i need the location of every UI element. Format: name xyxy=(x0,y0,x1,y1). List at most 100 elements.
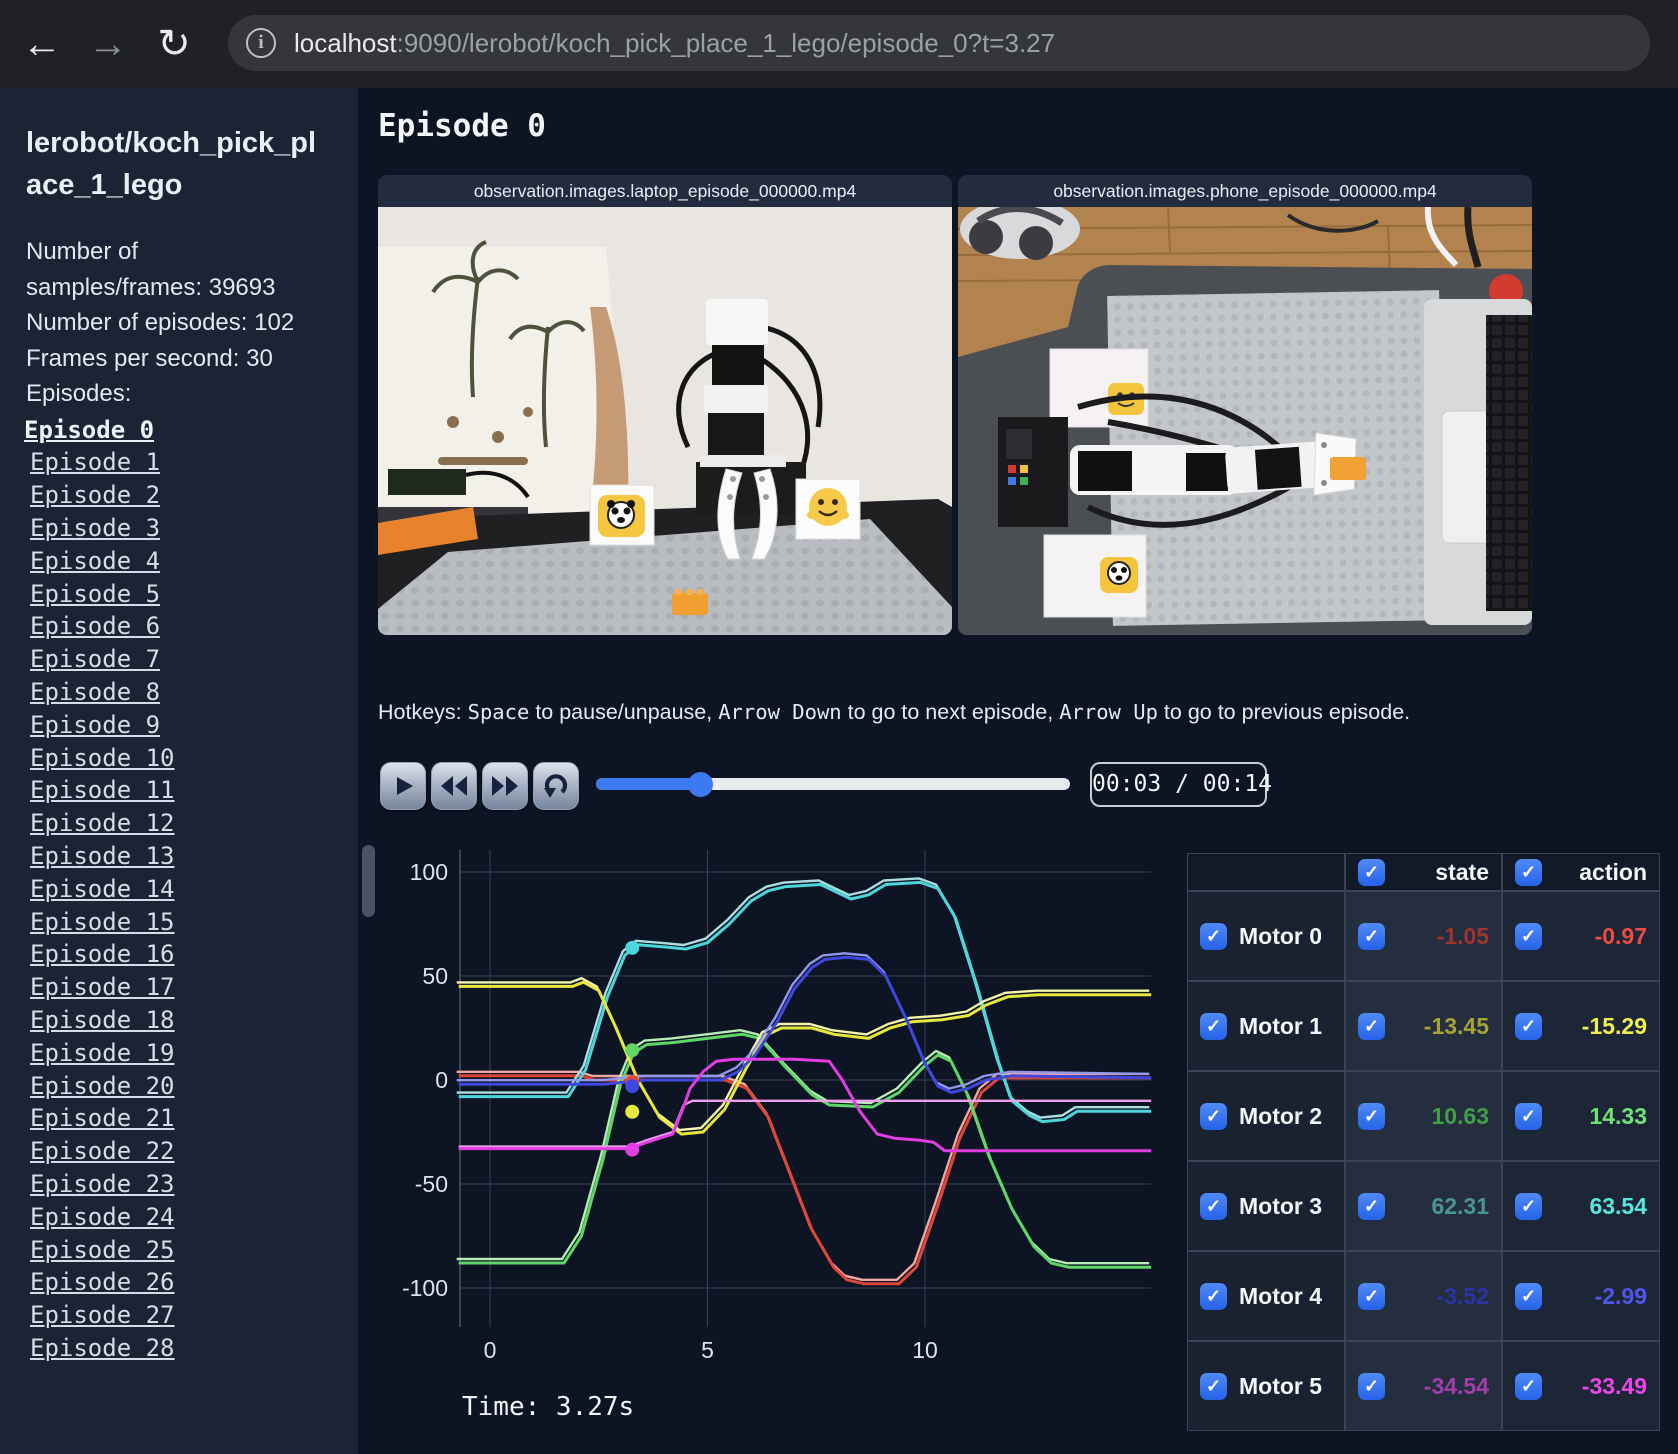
action-value: -2.99 xyxy=(1594,1282,1647,1309)
y-tick-label: -100 xyxy=(402,1275,448,1301)
seek-slider-thumb[interactable] xyxy=(688,772,714,797)
episode-link[interactable]: Episode 7 xyxy=(30,643,332,676)
video-laptop-frame[interactable] xyxy=(378,207,952,635)
motor-2-state-checkbox[interactable]: ✓ xyxy=(1358,1102,1385,1130)
episode-link[interactable]: Episode 27 xyxy=(30,1299,332,1332)
page-title: Episode 0 xyxy=(378,108,546,144)
episode-link[interactable]: Episode 23 xyxy=(30,1168,332,1201)
hotkeys-segment: Space xyxy=(467,700,530,724)
rewind-button[interactable] xyxy=(431,762,477,810)
motor-3-action-checkbox[interactable]: ✓ xyxy=(1515,1192,1542,1220)
series-state-line xyxy=(456,952,1150,1090)
episode-link[interactable]: Episode 0 xyxy=(24,414,332,447)
episode-link[interactable]: Episode 8 xyxy=(30,676,332,709)
episode-link[interactable]: Episode 5 xyxy=(30,578,332,611)
motor-5-state-checkbox[interactable]: ✓ xyxy=(1358,1372,1385,1400)
episode-link[interactable]: Episode 20 xyxy=(30,1070,332,1103)
episode-link[interactable]: Episode 9 xyxy=(30,709,332,742)
state-value: 10.63 xyxy=(1431,1102,1489,1129)
episode-link[interactable]: Episode 10 xyxy=(30,742,332,775)
motor-0-action-checkbox[interactable]: ✓ xyxy=(1515,922,1542,950)
episode-link[interactable]: Episode 24 xyxy=(30,1201,332,1234)
fast-forward-button[interactable] xyxy=(482,762,528,810)
motor-1-checkbox[interactable]: ✓ xyxy=(1200,1012,1227,1040)
motor-4-checkbox[interactable]: ✓ xyxy=(1200,1282,1227,1310)
episode-link[interactable]: Episode 11 xyxy=(30,774,332,807)
episode-link[interactable]: Episode 22 xyxy=(30,1135,332,1168)
video-panel-laptop[interactable]: observation.images.laptop_episode_000000… xyxy=(378,175,952,635)
motor-4-action-checkbox[interactable]: ✓ xyxy=(1515,1282,1542,1310)
loop-button[interactable] xyxy=(533,762,579,810)
action-value: -0.97 xyxy=(1594,922,1647,949)
episode-link[interactable]: Episode 4 xyxy=(30,545,332,578)
chart-time-label: Time: 3.27s xyxy=(462,1392,635,1422)
episode-link[interactable]: Episode 2 xyxy=(30,479,332,512)
motor-label: Motor 1 xyxy=(1239,1012,1323,1039)
episode-link[interactable]: Episode 26 xyxy=(30,1266,332,1299)
motor-2-checkbox[interactable]: ✓ xyxy=(1200,1102,1227,1130)
action-value: 63.54 xyxy=(1589,1192,1647,1219)
dataset-info: Number of samples/frames: 39693 Number of… xyxy=(26,234,316,412)
episode-link[interactable]: Episode 16 xyxy=(30,938,332,971)
seek-slider[interactable] xyxy=(596,778,1070,790)
motor-label-cell: ✓ Motor 5 xyxy=(1187,1341,1345,1431)
motor-0-state-checkbox[interactable]: ✓ xyxy=(1358,922,1385,950)
motor-3-state-checkbox[interactable]: ✓ xyxy=(1358,1192,1385,1220)
site-info-icon[interactable]: i xyxy=(246,28,276,58)
series-state-line xyxy=(456,1070,1150,1282)
motor-5-action-checkbox[interactable]: ✓ xyxy=(1515,1372,1542,1400)
time-display: 00:03 / 00:14 xyxy=(1090,762,1272,807)
hotkeys-segment: to pause/unpause, xyxy=(529,700,719,724)
url-host: localhost xyxy=(294,27,397,58)
episode-link[interactable]: Episode 21 xyxy=(30,1102,332,1135)
video-phone-frame[interactable] xyxy=(958,207,1532,635)
motor-1-state-checkbox[interactable]: ✓ xyxy=(1358,1012,1385,1040)
table-row: ✓ Motor 0 ✓ -1.05 ✓ -0.97 xyxy=(1187,891,1660,981)
episode-link[interactable]: Episode 15 xyxy=(30,906,332,939)
current-time-dot xyxy=(625,940,640,955)
episode-link[interactable]: Episode 25 xyxy=(30,1234,332,1267)
episode-link[interactable]: Episode 18 xyxy=(30,1004,332,1037)
motor-1-action-checkbox[interactable]: ✓ xyxy=(1515,1012,1542,1040)
motor-5-checkbox[interactable]: ✓ xyxy=(1200,1372,1227,1400)
motor-chart[interactable]: 100 50 0 -50 -100 0 5 10 xyxy=(378,845,1178,1420)
motor-label-cell: ✓ Motor 2 xyxy=(1187,1071,1345,1161)
smiley-box-top xyxy=(1049,348,1149,428)
play-button[interactable] xyxy=(380,762,426,810)
video-title-laptop: observation.images.laptop_episode_000000… xyxy=(378,175,952,207)
episode-link[interactable]: Episode 28 xyxy=(30,1332,332,1365)
forward-icon[interactable]: → xyxy=(82,18,134,70)
action-value-cell: ✓ -0.97 xyxy=(1502,891,1660,981)
motor-4-state-checkbox[interactable]: ✓ xyxy=(1358,1282,1385,1310)
table-row: ✓ Motor 4 ✓ -3.52 ✓ -2.99 xyxy=(1187,1251,1660,1341)
back-icon[interactable]: ← xyxy=(16,18,68,70)
episode-link[interactable]: Episode 17 xyxy=(30,971,332,1004)
motor-table: ✓ state ✓ action ✓ Motor 0 ✓ -1.05 ✓ -0.97 ✓ Motor … xyxy=(1187,853,1660,1431)
video-panel-phone[interactable]: observation.images.phone_episode_000000.… xyxy=(958,175,1532,635)
motor-3-checkbox[interactable]: ✓ xyxy=(1200,1192,1227,1220)
action-column-checkbox[interactable]: ✓ xyxy=(1515,858,1542,886)
sidebar-scrollbar[interactable] xyxy=(362,845,375,917)
url-text[interactable]: localhost:9090/lerobot/koch_pick_place_1… xyxy=(294,28,1055,59)
episode-link[interactable]: Episode 13 xyxy=(30,840,332,873)
episode-link[interactable]: Episode 1 xyxy=(30,446,332,479)
motor-0-checkbox[interactable]: ✓ xyxy=(1200,922,1227,950)
state-column-checkbox[interactable]: ✓ xyxy=(1358,858,1385,886)
hotkeys-segment: Hotkeys: xyxy=(378,700,468,724)
episode-list: Episode 0 Episode 1 Episode 2 Episode 3 Epis… xyxy=(24,414,332,1365)
reload-icon[interactable]: ↻ xyxy=(148,18,200,70)
episode-link[interactable]: Episode 14 xyxy=(30,873,332,906)
y-tick-label: 50 xyxy=(422,963,448,989)
y-tick-label: 100 xyxy=(410,859,448,885)
episode-link[interactable]: Episode 6 xyxy=(30,610,332,643)
episode-link[interactable]: Episode 12 xyxy=(30,807,332,840)
fast-forward-icon xyxy=(492,776,518,796)
motor-2-action-checkbox[interactable]: ✓ xyxy=(1515,1102,1542,1130)
episode-link[interactable]: Episode 3 xyxy=(30,512,332,545)
state-value-cell: ✓ -3.52 xyxy=(1345,1251,1502,1341)
motor-label: Motor 5 xyxy=(1239,1372,1323,1399)
current-time-dot xyxy=(625,1142,640,1157)
episode-link[interactable]: Episode 19 xyxy=(30,1037,332,1070)
url-bar[interactable]: i localhost:9090/lerobot/koch_pick_place… xyxy=(228,15,1650,71)
current-time-dot xyxy=(625,1104,640,1119)
